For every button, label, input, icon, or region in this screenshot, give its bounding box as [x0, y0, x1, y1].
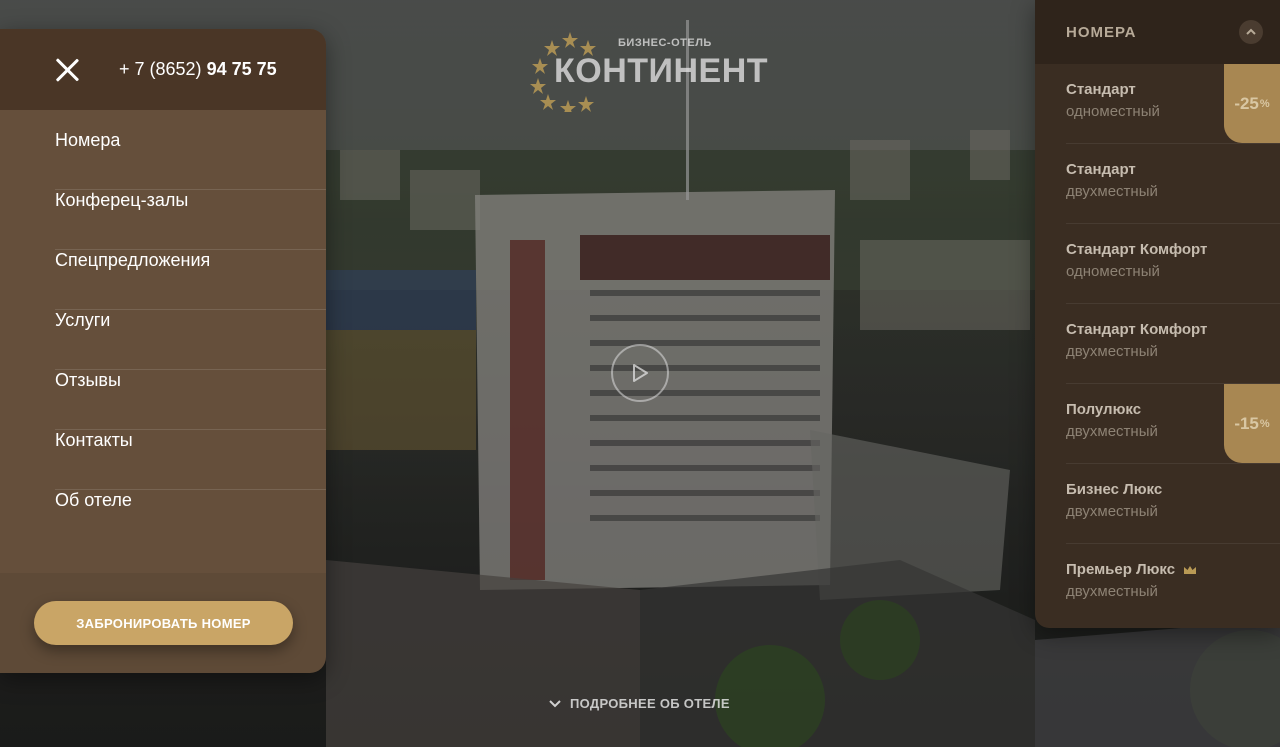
- room-type: одноместный: [1066, 263, 1160, 280]
- phone-link[interactable]: + 7 (8652) 94 75 75: [119, 59, 277, 80]
- menu-item-rooms[interactable]: Номера: [55, 130, 326, 190]
- room-item[interactable]: Стандарт одноместный -25%: [1066, 64, 1280, 144]
- discount-unit: %: [1259, 97, 1270, 110]
- discount-badge: -15%: [1224, 384, 1280, 463]
- book-room-button[interactable]: ЗАБРОНИРОВАТЬ НОМЕР: [34, 601, 293, 645]
- play-icon: [633, 364, 648, 382]
- room-type: двухместный: [1066, 343, 1158, 360]
- room-item[interactable]: Стандарт Комфорт двухместный: [1066, 304, 1280, 384]
- discount-value: -15: [1234, 413, 1259, 433]
- room-name: Бизнес Люкс: [1066, 481, 1280, 498]
- more-about-hotel-label: ПОДРОБНЕЕ ОБ ОТЕЛЕ: [570, 696, 730, 711]
- phone-prefix: + 7 (8652): [119, 59, 207, 79]
- menu-item-special-offers[interactable]: Спецпредложения: [55, 250, 326, 310]
- menu-list: Номера Конферец-залы Спецпредложения Усл…: [0, 110, 326, 573]
- room-type: двухместный: [1066, 583, 1158, 600]
- menu-item-services[interactable]: Услуги: [55, 310, 326, 370]
- room-item[interactable]: Бизнес Люкс двухместный: [1066, 464, 1280, 544]
- room-name-text: Премьер Люкс: [1066, 561, 1176, 578]
- room-name-text: Полулюкс: [1066, 401, 1142, 418]
- menu-item-about[interactable]: Об отеле: [55, 490, 326, 550]
- more-about-hotel-link[interactable]: ПОДРОБНЕЕ ОБ ОТЕЛЕ: [548, 696, 730, 711]
- room-item[interactable]: Полулюкс двухместный -15%: [1066, 384, 1280, 464]
- menu-item-contacts[interactable]: Контакты: [55, 430, 326, 490]
- room-item[interactable]: Стандарт Комфорт одноместный: [1066, 224, 1280, 304]
- close-menu-button[interactable]: [53, 56, 81, 84]
- play-video-button[interactable]: [611, 344, 669, 402]
- discount-unit: %: [1259, 417, 1270, 430]
- room-name: Стандарт Комфорт: [1066, 241, 1280, 258]
- room-type: двухместный: [1066, 503, 1158, 520]
- logo-title: КОНТИНЕНТ: [554, 52, 769, 90]
- discount-badge: -25%: [1224, 64, 1280, 143]
- hotel-logo[interactable]: БИЗНЕС-ОТЕЛЬ КОНТИНЕНТ: [530, 32, 768, 112]
- rooms-title: НОМЕРА: [1066, 23, 1137, 41]
- rooms-panel: НОМЕРА Стандарт одноместный -25% Стандар…: [1035, 0, 1280, 628]
- room-name: Стандарт Комфорт: [1066, 321, 1280, 338]
- room-type: двухместный: [1066, 183, 1158, 200]
- phone-number: 94 75 75: [206, 59, 277, 79]
- logo-subtitle: БИЗНЕС-ОТЕЛЬ: [618, 37, 712, 49]
- room-name: Премьер Люкс: [1066, 561, 1280, 578]
- room-name-text: Бизнес Люкс: [1066, 481, 1163, 498]
- main-menu-panel: + 7 (8652) 94 75 75 Номера Конферец-залы…: [0, 29, 326, 673]
- room-name-text: Стандарт Комфорт: [1066, 321, 1208, 338]
- menu-item-reviews[interactable]: Отзывы: [55, 370, 326, 430]
- menu-header: + 7 (8652) 94 75 75: [0, 29, 326, 110]
- discount-value: -25: [1234, 93, 1259, 113]
- collapse-rooms-button[interactable]: [1239, 20, 1263, 44]
- crown-icon: [1184, 565, 1197, 574]
- room-name: Стандарт: [1066, 161, 1280, 178]
- room-name-text: Стандарт: [1066, 81, 1136, 98]
- rooms-header: НОМЕРА: [1035, 0, 1280, 64]
- room-name-text: Стандарт Комфорт: [1066, 241, 1208, 258]
- chevron-up-icon: [1246, 28, 1256, 35]
- room-item[interactable]: Премьер Люкс двухместный: [1066, 544, 1280, 624]
- chevron-down-icon: [549, 699, 561, 707]
- menu-item-conference-halls[interactable]: Конферец-залы: [55, 190, 326, 250]
- room-item[interactable]: Стандарт двухместный: [1066, 144, 1280, 224]
- room-name-text: Стандарт: [1066, 161, 1136, 178]
